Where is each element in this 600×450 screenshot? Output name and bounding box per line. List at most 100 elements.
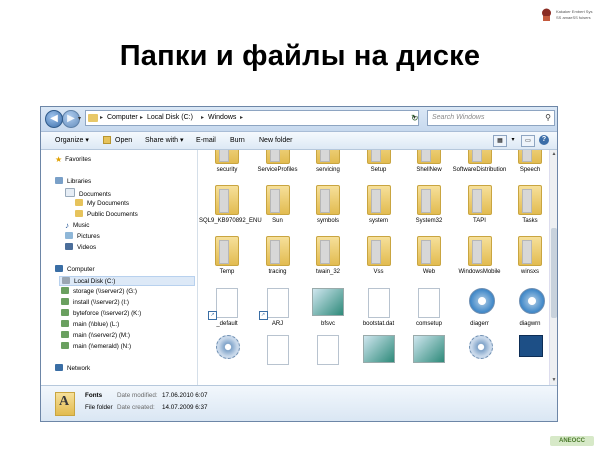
folder-icon	[518, 150, 542, 164]
file-item-label: SQL9_KB970892_ENU	[199, 218, 262, 224]
file-item[interactable]	[303, 333, 353, 385]
nav-label: Pictures	[77, 233, 100, 240]
corner-logo-line1: Kakaker Embert Sys	[556, 9, 593, 14]
file-icon	[317, 335, 339, 365]
explorer-window: ◀ ▶ ▾ ▸ Computer ▸ Local Disk (C:) ▸ Win…	[40, 106, 558, 422]
folder-icon	[88, 114, 98, 122]
scroll-up-icon[interactable]: ▲	[551, 151, 557, 157]
file-item-label: diagwrn	[519, 321, 541, 327]
file-item[interactable]	[354, 333, 404, 385]
view-dropdown-icon[interactable]: ▾	[507, 135, 519, 145]
breadcrumb-windows[interactable]: Windows	[208, 111, 236, 125]
scroll-down-icon[interactable]: ▼	[551, 377, 557, 383]
folder-icon	[417, 185, 441, 215]
chevron-right-icon[interactable]: ▸	[100, 111, 103, 125]
nav-drive-k[interactable]: byteforce (\\server2) (K:)	[61, 309, 141, 319]
breadcrumb-local-disk[interactable]: Local Disk (C:)	[147, 111, 193, 125]
search-icon[interactable]: ⚲	[545, 111, 551, 125]
nav-label: Libraries	[67, 178, 92, 185]
search-input[interactable]: Search Windows ⚲	[427, 110, 555, 126]
nav-libraries[interactable]: Libraries	[55, 177, 91, 187]
documents-icon	[65, 188, 75, 197]
history-dropdown-icon[interactable]: ▾	[78, 115, 81, 122]
file-item-label: Setup	[370, 167, 387, 173]
share-with-button[interactable]: Share with ▾	[145, 132, 184, 149]
help-icon[interactable]: ?	[539, 135, 549, 145]
folder-icon	[366, 236, 391, 266]
folder-icon	[75, 199, 83, 206]
nav-drive-c[interactable]: Local Disk (C:)	[59, 276, 195, 286]
nav-label: Videos	[77, 244, 97, 251]
file-item[interactable]	[505, 333, 549, 385]
nav-videos[interactable]: Videos	[65, 243, 96, 253]
chevron-right-icon[interactable]: ▸	[240, 111, 243, 125]
nav-label: main (\\server2) (M:)	[73, 332, 131, 339]
folder-icon	[265, 236, 290, 266]
selected-name: Fonts	[85, 392, 103, 399]
file-item-label: Web	[422, 269, 436, 275]
folder-icon	[417, 236, 441, 266]
nav-drive-i[interactable]: install (\\server2) (I:)	[61, 298, 129, 308]
network-drive-icon	[61, 342, 69, 349]
nav-my-documents[interactable]: My Documents	[75, 199, 129, 209]
file-item-label: Tasks	[522, 218, 538, 224]
preview-pane-icon[interactable]: ▭	[521, 135, 535, 147]
nav-pictures[interactable]: Pictures	[65, 232, 100, 242]
nav-music[interactable]: ♪ Music	[65, 221, 89, 231]
file-item[interactable]	[404, 333, 454, 385]
nav-network[interactable]: Network	[55, 364, 90, 374]
slide-title: Папки и файлы на диске	[119, 40, 481, 72]
nav-label: Network	[67, 365, 91, 372]
network-drive-icon	[61, 309, 69, 316]
nav-documents[interactable]: Documents	[65, 188, 111, 198]
view-options-icon[interactable]: ▦	[493, 135, 507, 147]
nav-label: Favorites	[65, 156, 92, 163]
address-bar-area: ◀ ▶ ▾ ▸ Computer ▸ Local Disk (C:) ▸ Win…	[41, 107, 557, 132]
computer-icon	[519, 335, 543, 357]
burn-button[interactable]: Burn	[230, 132, 245, 149]
folder-icon	[467, 185, 492, 215]
organize-button[interactable]: Organize ▾	[55, 132, 89, 149]
breadcrumb-computer[interactable]: Computer	[107, 111, 138, 125]
nav-label: Local Disk (C:)	[74, 278, 116, 285]
scrollbar-thumb[interactable]	[551, 228, 557, 318]
nav-computer[interactable]: Computer	[55, 265, 95, 275]
file-icon	[266, 335, 289, 365]
open-button[interactable]: Open	[115, 132, 132, 149]
nav-favorites[interactable]: ★ Favorites	[55, 155, 91, 165]
file-item[interactable]	[202, 333, 252, 385]
folder-icon	[215, 150, 239, 164]
corner-logo: Kakaker Embert Sys SS amaeSS fuisers	[541, 6, 597, 26]
open-folder-icon	[103, 136, 111, 144]
nav-public-documents[interactable]: Public Documents	[75, 210, 138, 220]
folder-icon	[316, 150, 340, 164]
nav-label: Documents	[79, 191, 111, 198]
nav-label: Music	[73, 222, 90, 229]
nav-drive-l[interactable]: main (\\blue) (L:)	[61, 320, 119, 330]
settings-icon	[468, 335, 493, 359]
vertical-scrollbar[interactable]: ▲ ▼	[549, 150, 557, 385]
corner-logo-line2: SS amaeSS fuisers	[556, 15, 591, 20]
email-button[interactable]: E-mail	[196, 132, 216, 149]
file-item-label: servicing	[316, 167, 340, 173]
nav-label: byteforce (\\server2) (K:)	[73, 310, 142, 317]
nav-label: install (\\server2) (I:)	[73, 299, 129, 306]
drive-icon	[62, 277, 70, 284]
music-icon: ♪	[65, 221, 69, 230]
libraries-icon	[55, 177, 63, 184]
details-pane: A Fonts File folder Date modified: 17.06…	[41, 385, 557, 421]
back-button[interactable]: ◀	[45, 110, 63, 128]
file-item[interactable]	[455, 333, 505, 385]
new-folder-button[interactable]: New folder	[259, 132, 292, 149]
star-icon: ★	[55, 155, 63, 164]
address-field[interactable]: ▸ Computer ▸ Local Disk (C:) ▸ Windows ▸…	[85, 110, 419, 126]
file-item-label: SoftwareDistribution	[452, 167, 507, 173]
file-item[interactable]	[253, 333, 303, 385]
nav-drive-g[interactable]: storage (\\server2) (G:)	[61, 287, 137, 297]
chevron-right-icon[interactable]: ▸	[140, 111, 143, 125]
folder-icon	[316, 236, 340, 266]
chevron-right-icon[interactable]: ▸	[201, 111, 204, 125]
nav-drive-m[interactable]: main (\\server2) (M:)	[61, 331, 130, 341]
nav-drive-n[interactable]: main (\\emerald) (N:)	[61, 342, 131, 352]
refresh-icon[interactable]: ↻	[411, 110, 425, 126]
